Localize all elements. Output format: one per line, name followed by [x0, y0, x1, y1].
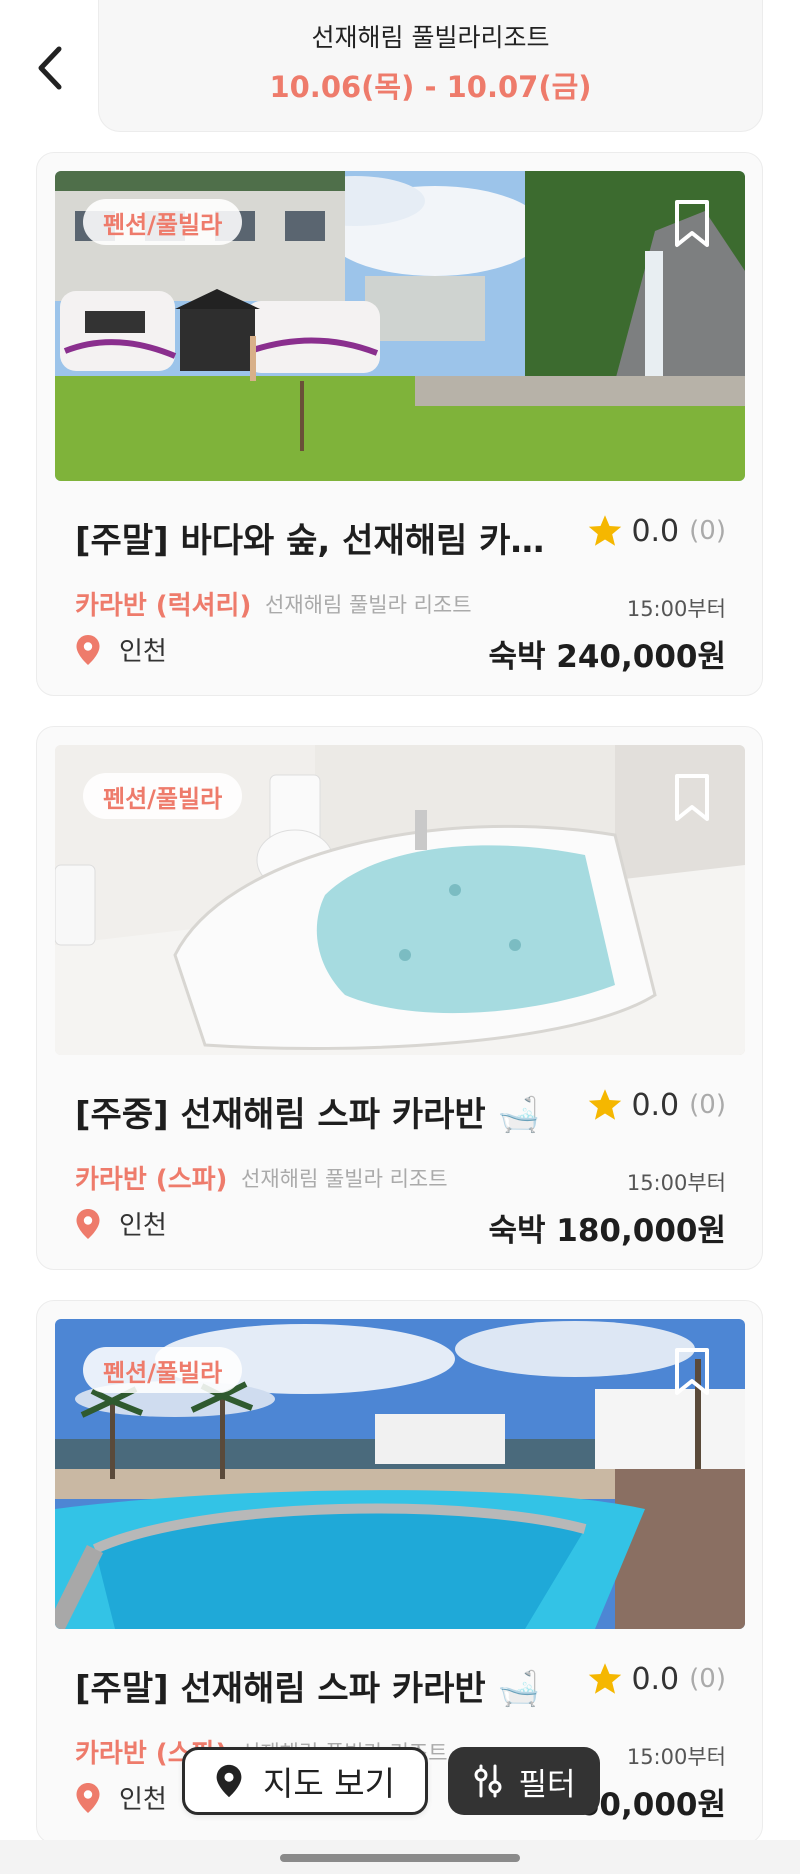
location-pin-icon	[76, 1782, 100, 1813]
star-icon	[589, 1089, 622, 1120]
rating: 0.0 (0)	[587, 1661, 726, 1697]
category-badge: 펜션/풀빌라	[83, 1347, 243, 1393]
filter-sliders-icon	[474, 1764, 502, 1798]
filter-label: 필터	[518, 1766, 576, 1803]
filter-button[interactable]: 필터	[448, 1747, 600, 1815]
location: 인천	[75, 631, 167, 668]
price: 숙박 240,000원	[488, 639, 726, 675]
map-view-button[interactable]: 지도 보기	[182, 1747, 428, 1815]
back-button[interactable]	[28, 40, 72, 96]
property-title: 선재해림 풀빌라리조트	[311, 22, 550, 52]
checkin-time: 15:00부터	[626, 1745, 726, 1769]
room-type: 카라반 (럭셔리)	[75, 591, 252, 621]
star-icon	[589, 515, 622, 546]
rating-count: (0)	[689, 516, 726, 546]
back-arrow-icon	[38, 46, 62, 90]
system-navigation-bar	[0, 1840, 800, 1874]
map-pin-icon	[216, 1764, 242, 1798]
rating-value: 0.0	[631, 513, 680, 549]
location-pin-icon	[76, 1208, 100, 1239]
checkin-time: 15:00부터	[626, 597, 726, 621]
search-summary[interactable]: 선재해림 풀빌라리조트 10.06(목) - 10.07(금)	[98, 0, 763, 132]
listing-photo: 펜션/풀빌라	[55, 745, 745, 1055]
property-name: 선재해림 풀빌라 리조트	[265, 593, 472, 617]
location: 인천	[75, 1779, 167, 1816]
star-icon	[589, 1663, 622, 1694]
map-view-label: 지도 보기	[263, 1764, 395, 1803]
category-badge: 펜션/풀빌라	[83, 773, 243, 819]
home-indicator[interactable]	[280, 1854, 520, 1862]
location-pin-icon	[76, 634, 100, 665]
rating-value: 0.0	[631, 1087, 680, 1123]
rating-value: 0.0	[631, 1661, 680, 1697]
listing-photo: 펜션/풀빌라	[55, 1319, 745, 1629]
stay-dates: 10.06(목) - 10.07(금)	[269, 69, 592, 104]
bookmark-icon[interactable]	[673, 1347, 711, 1397]
room-type: 카라반 (스파)	[75, 1165, 228, 1195]
property-name: 선재해림 풀빌라 리조트	[241, 1167, 448, 1191]
rating: 0.0 (0)	[587, 513, 726, 549]
listing-card[interactable]: 펜션/풀빌라 [주중] 선재해림 스파 카라반 🛁 0.0 (0) 카라반 (스…	[36, 726, 763, 1270]
app-header: 선재해림 풀빌라리조트 10.06(목) - 10.07(금)	[0, 0, 800, 140]
listing-title: [주말] 선재해림 스파 카라반 🛁	[75, 1669, 540, 1709]
listing-photo: 펜션/풀빌라	[55, 171, 745, 481]
bookmark-icon[interactable]	[673, 199, 711, 249]
checkin-time: 15:00부터	[626, 1171, 726, 1195]
rating-count: (0)	[689, 1664, 726, 1694]
location-name: 인천	[119, 637, 167, 667]
bookmark-icon[interactable]	[673, 773, 711, 823]
location: 인천	[75, 1205, 167, 1242]
listing-title: [주중] 선재해림 스파 카라반 🛁	[75, 1095, 540, 1135]
listing-title: [주말] 바다와 숲, 선재해림 카라…	[75, 521, 575, 561]
price: 숙박 180,000원	[488, 1213, 726, 1249]
rating-count: (0)	[689, 1090, 726, 1120]
listing-card[interactable]: 펜션/풀빌라 [주말] 바다와 숲, 선재해림 카라… 0.0 (0) 카라반 …	[36, 152, 763, 696]
price: 60,000원	[577, 1787, 726, 1823]
location-name: 인천	[119, 1785, 167, 1815]
rating: 0.0 (0)	[587, 1087, 726, 1123]
category-badge: 펜션/풀빌라	[83, 199, 243, 245]
location-name: 인천	[119, 1211, 167, 1241]
